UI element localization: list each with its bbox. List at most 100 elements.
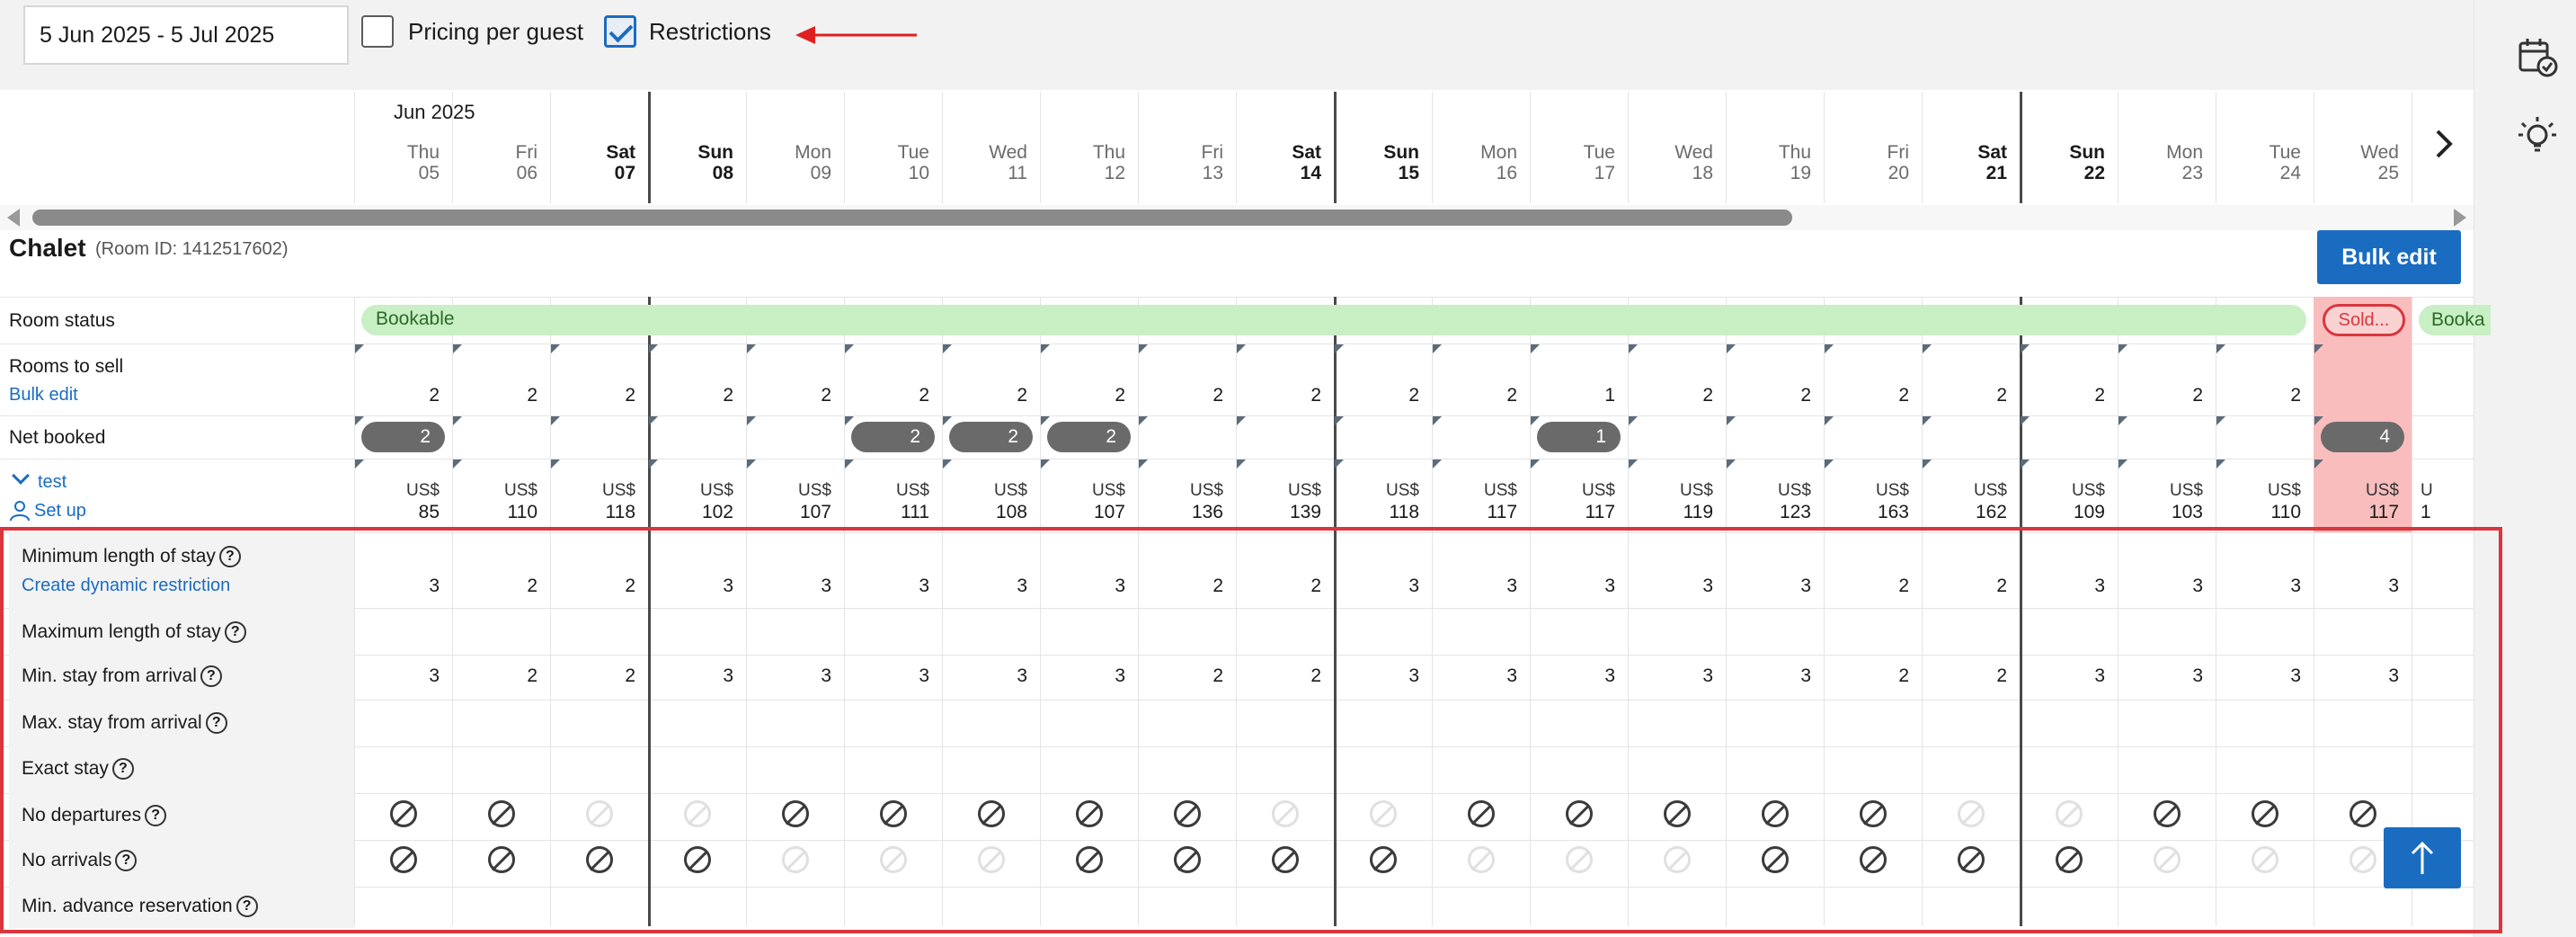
edit-corner-icon bbox=[453, 344, 462, 353]
day-number: 11 bbox=[1008, 163, 1027, 183]
edit-corner-icon bbox=[2216, 460, 2225, 468]
edit-corner-icon bbox=[453, 416, 462, 425]
rooms-to-sell-cell[interactable]: 2 bbox=[452, 385, 550, 406]
month-label: Jun 2025 bbox=[394, 101, 475, 123]
price-value[interactable]: 117 bbox=[1432, 502, 1530, 523]
day-number: 12 bbox=[1104, 163, 1125, 183]
edit-corner-icon bbox=[2216, 416, 2225, 425]
price-value[interactable]: 103 bbox=[2118, 502, 2216, 523]
day-of-week: Wed bbox=[1674, 142, 1713, 163]
edit-corner-icon bbox=[2314, 416, 2323, 425]
scroll-right-icon[interactable] bbox=[2454, 209, 2466, 227]
price-value[interactable]: 107 bbox=[746, 502, 844, 523]
rooms-to-sell-cell[interactable]: 1 bbox=[1530, 385, 1628, 406]
price-value[interactable]: 108 bbox=[942, 502, 1040, 523]
restrictions-checkbox[interactable] bbox=[604, 15, 636, 48]
day-number: 17 bbox=[1594, 163, 1615, 183]
scrollbar-thumb[interactable] bbox=[32, 210, 1792, 226]
price-value: 1 bbox=[2421, 502, 2431, 522]
scroll-left-icon[interactable] bbox=[7, 209, 20, 227]
rooms-to-sell-cell[interactable]: 2 bbox=[1334, 385, 1432, 406]
net-booked-label: Net booked bbox=[9, 427, 106, 448]
price-value[interactable]: 117 bbox=[1530, 502, 1628, 523]
price-currency: US$ bbox=[1778, 481, 1811, 500]
price-currency: US$ bbox=[896, 481, 929, 500]
price-value[interactable]: 119 bbox=[1628, 502, 1726, 523]
price-value[interactable]: 123 bbox=[1726, 502, 1824, 523]
rooms-to-sell-cell[interactable]: 2 bbox=[550, 385, 648, 406]
rooms-to-sell-cell[interactable]: 2 bbox=[648, 385, 746, 406]
price-value[interactable]: 110 bbox=[2216, 502, 2314, 523]
scroll-top-button[interactable] bbox=[2384, 827, 2461, 888]
bulk-edit-button[interactable]: Bulk edit bbox=[2317, 230, 2461, 284]
edit-corner-icon bbox=[1139, 344, 1148, 353]
net-booked-pill[interactable]: 2 bbox=[361, 422, 445, 452]
net-booked-pill[interactable]: 2 bbox=[1047, 422, 1131, 452]
rooms-to-sell-cell[interactable]: 2 bbox=[1236, 385, 1334, 406]
setup-link[interactable]: Set up bbox=[34, 501, 86, 522]
rooms-to-sell-cell[interactable]: 2 bbox=[2216, 385, 2314, 406]
chevron-right-icon[interactable] bbox=[2427, 126, 2463, 162]
calendar-check-icon[interactable] bbox=[2517, 36, 2558, 77]
rooms-to-sell-cell[interactable]: 2 bbox=[746, 385, 844, 406]
edit-corner-icon bbox=[1727, 416, 1736, 425]
price-value[interactable]: 110 bbox=[452, 502, 550, 523]
net-booked-pill[interactable]: 2 bbox=[851, 422, 935, 452]
sold-out-badge[interactable]: Sold... bbox=[2323, 304, 2405, 336]
price-currency: US$ bbox=[1974, 481, 2007, 500]
edit-corner-icon bbox=[845, 416, 854, 425]
rooms-to-sell-cell[interactable]: 2 bbox=[1726, 385, 1824, 406]
price-value[interactable]: 139 bbox=[1236, 502, 1334, 523]
chevron-down-icon[interactable] bbox=[12, 467, 30, 485]
price-value[interactable]: 136 bbox=[1138, 502, 1236, 523]
edit-corner-icon bbox=[1923, 344, 1932, 353]
rooms-to-sell-cell[interactable]: 2 bbox=[1138, 385, 1236, 406]
rooms-to-sell-cell[interactable]: 2 bbox=[354, 385, 452, 406]
price-value[interactable]: 117 bbox=[2314, 502, 2412, 523]
day-number: 06 bbox=[516, 163, 537, 183]
price-value[interactable]: 163 bbox=[1824, 502, 1922, 523]
day-of-week: Wed bbox=[2360, 142, 2399, 163]
edit-corner-icon bbox=[1629, 344, 1638, 353]
lightbulb-icon[interactable] bbox=[2517, 115, 2558, 156]
price-value[interactable]: 118 bbox=[550, 502, 648, 523]
pricing-per-guest-checkbox[interactable] bbox=[361, 15, 394, 48]
bookable-label: Bookable bbox=[376, 308, 455, 329]
edit-corner-icon bbox=[1433, 344, 1442, 353]
bookable-bar[interactable]: Booka bbox=[2419, 305, 2491, 335]
rooms-to-sell-cell[interactable]: 2 bbox=[1824, 385, 1922, 406]
net-booked-pill[interactable]: 1 bbox=[1537, 422, 1621, 452]
rooms-to-sell-cell[interactable]: 2 bbox=[1628, 385, 1726, 406]
edit-corner-icon bbox=[2314, 460, 2323, 468]
price-currency: US$ bbox=[1680, 481, 1713, 500]
rooms-to-sell-cell[interactable]: 2 bbox=[2118, 385, 2216, 406]
price-value[interactable]: 107 bbox=[1040, 502, 1138, 523]
price-value[interactable]: 109 bbox=[2020, 502, 2118, 523]
rate-name-toggle[interactable]: test bbox=[38, 472, 67, 493]
rooms-to-sell-cell[interactable]: 2 bbox=[1040, 385, 1138, 406]
net-booked-pill[interactable]: 4 bbox=[2321, 422, 2404, 452]
edit-corner-icon bbox=[943, 344, 952, 353]
price-value[interactable]: 162 bbox=[1922, 502, 2020, 523]
edit-corner-icon bbox=[1629, 416, 1638, 425]
edit-corner-icon bbox=[2119, 416, 2127, 425]
rooms-to-sell-cell[interactable]: 2 bbox=[2020, 385, 2118, 406]
rooms-to-sell-cell[interactable]: 2 bbox=[844, 385, 942, 406]
net-booked-pill[interactable]: 2 bbox=[949, 422, 1033, 452]
price-value[interactable]: 85 bbox=[354, 502, 452, 523]
price-value[interactable]: 102 bbox=[648, 502, 746, 523]
rooms-to-sell-cell[interactable]: 2 bbox=[1432, 385, 1530, 406]
price-value[interactable]: 118 bbox=[1334, 502, 1432, 523]
edit-corner-icon bbox=[1825, 416, 1834, 425]
rooms-to-sell-cell[interactable]: 2 bbox=[942, 385, 1040, 406]
restrictions-highlight-box bbox=[0, 527, 2502, 933]
bookable-bar[interactable] bbox=[361, 305, 2306, 335]
edit-corner-icon bbox=[747, 344, 756, 353]
rooms-bulk-edit-link[interactable]: Bulk edit bbox=[9, 385, 78, 406]
rooms-to-sell-cell[interactable]: 2 bbox=[1922, 385, 2020, 406]
date-range-input[interactable]: 5 Jun 2025 - 5 Jul 2025 bbox=[23, 5, 349, 65]
day-of-week: Thu bbox=[1092, 142, 1125, 163]
edit-corner-icon bbox=[1433, 416, 1442, 425]
price-value[interactable]: 111 bbox=[844, 502, 942, 523]
day-number: 08 bbox=[712, 163, 733, 183]
